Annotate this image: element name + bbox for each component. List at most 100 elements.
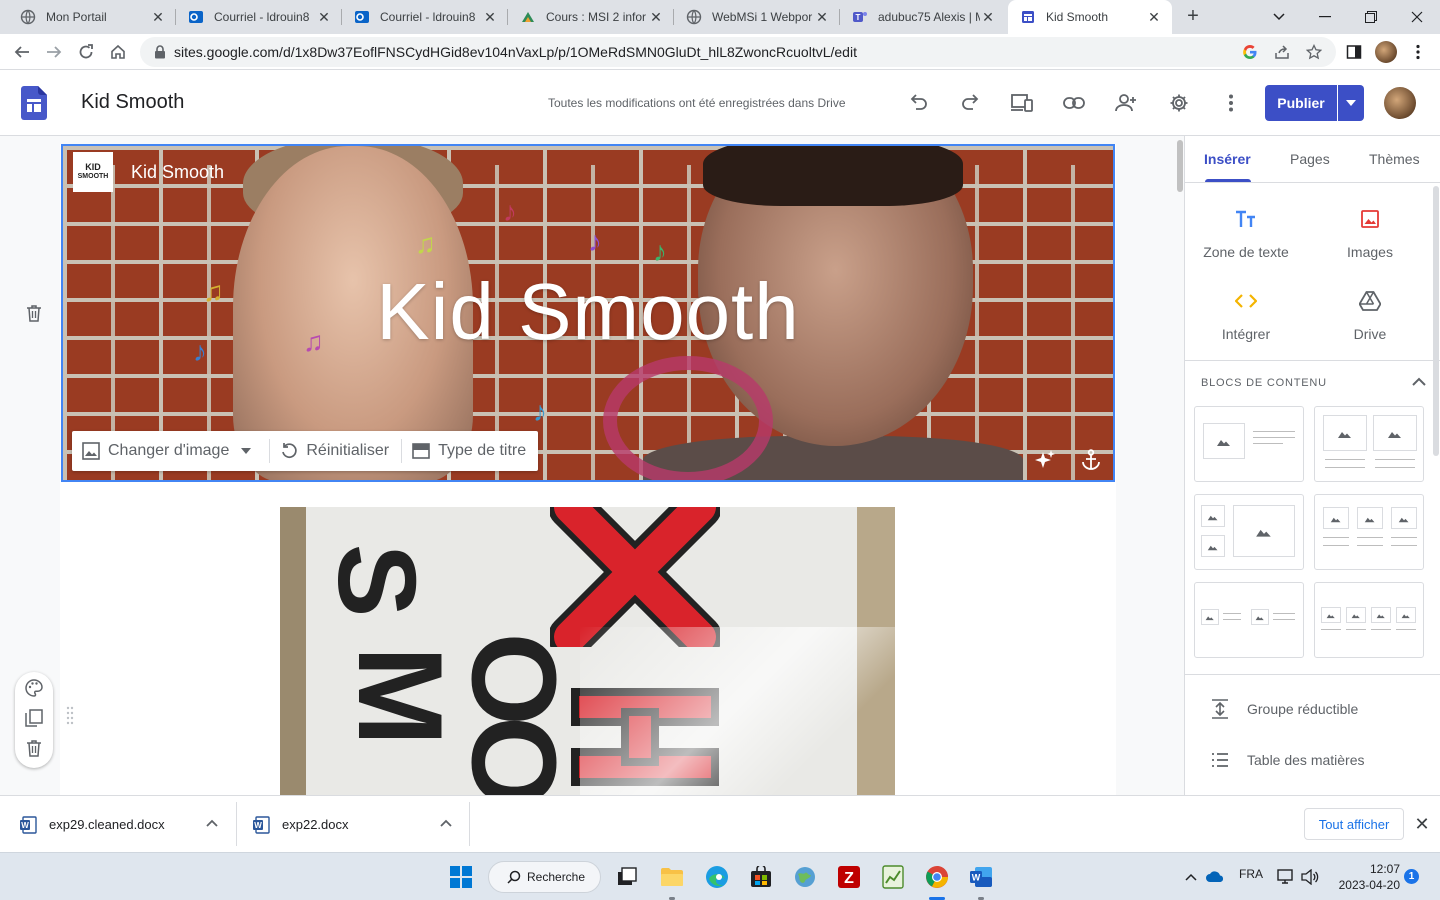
- tab-pages[interactable]: Pages: [1290, 151, 1330, 167]
- chart-app-button[interactable]: [879, 863, 907, 891]
- home-button[interactable]: [104, 38, 132, 66]
- notification-badge[interactable]: 1: [1404, 869, 1419, 884]
- taskbar-search[interactable]: Recherche: [488, 861, 601, 893]
- browser-tab-teams[interactable]: T adubuc75 Alexis | M ✕: [840, 0, 1006, 34]
- start-button[interactable]: [447, 863, 475, 891]
- download-item[interactable]: W exp29.cleaned.docx: [19, 796, 165, 853]
- maps-app-button[interactable]: [791, 863, 819, 891]
- google-translate-button[interactable]: [1240, 42, 1260, 62]
- site-logo[interactable]: KID SMOOTH: [73, 152, 113, 192]
- panel-scrollbar[interactable]: [1433, 186, 1439, 456]
- close-icon[interactable]: ✕: [980, 9, 996, 25]
- site-name-field[interactable]: Kid Smooth: [131, 162, 224, 183]
- browser-tab-kid-smooth[interactable]: Kid Smooth ✕: [1008, 0, 1172, 34]
- section-style-button[interactable]: [22, 676, 46, 700]
- restore-button[interactable]: [1358, 4, 1384, 30]
- share-button[interactable]: [1272, 42, 1292, 62]
- close-icon[interactable]: ✕: [814, 9, 830, 25]
- reset-button[interactable]: Réinitialiser: [270, 431, 401, 471]
- duplicate-section-button[interactable]: [22, 706, 46, 730]
- insert-embed[interactable]: Intégrer: [1191, 286, 1301, 342]
- delete-section-button[interactable]: [22, 736, 46, 760]
- content-block-image-gallery[interactable]: [1194, 494, 1304, 570]
- chevron-up-icon[interactable]: [1409, 372, 1429, 392]
- new-tab-button[interactable]: +: [1182, 6, 1204, 28]
- magic-resize-button[interactable]: [1033, 448, 1057, 472]
- input-language[interactable]: FRA: [1239, 867, 1263, 881]
- canvas-scrollbar[interactable]: [1176, 136, 1184, 795]
- download-item[interactable]: W exp22.docx: [252, 796, 349, 853]
- task-view-button[interactable]: [613, 863, 641, 891]
- change-image-button[interactable]: Changer d'image: [72, 431, 269, 471]
- minimize-button[interactable]: [1312, 4, 1338, 30]
- delete-section-button[interactable]: [22, 301, 46, 325]
- content-block-three-images[interactable]: [1314, 494, 1424, 570]
- insert-images[interactable]: Images: [1315, 204, 1425, 260]
- redo-button[interactable]: [957, 90, 983, 116]
- more-options-button[interactable]: [1218, 90, 1244, 116]
- undo-button[interactable]: [906, 90, 932, 116]
- share-with-others-button[interactable]: [1113, 90, 1139, 116]
- taskbar-search-label: Recherche: [527, 870, 586, 884]
- close-icon[interactable]: ✕: [150, 9, 166, 25]
- taskbar-clock[interactable]: 12:07 2023-04-20: [1330, 861, 1400, 893]
- content-block-image-text-pairs[interactable]: [1194, 582, 1304, 658]
- forward-button[interactable]: [40, 38, 68, 66]
- browser-tab-courriel-2[interactable]: Courriel - ldrouin8 ✕: [342, 0, 508, 34]
- tab-insert[interactable]: Insérer: [1204, 151, 1251, 167]
- copy-link-button[interactable]: [1061, 90, 1087, 116]
- insert-collapsible-group[interactable]: Groupe réductible: [1211, 699, 1358, 719]
- publish-button[interactable]: Publier: [1265, 85, 1337, 121]
- google-sites-logo-icon[interactable]: [21, 86, 47, 120]
- browser-tab-portail[interactable]: Mon Portail ✕: [8, 0, 176, 34]
- file-explorer-button[interactable]: [658, 863, 686, 891]
- content-block-image-text[interactable]: [1194, 406, 1304, 482]
- settings-button[interactable]: [1166, 90, 1192, 116]
- close-icon[interactable]: ✕: [1146, 9, 1162, 25]
- preview-button[interactable]: [1009, 90, 1035, 116]
- content-block-two-images[interactable]: [1314, 406, 1424, 482]
- tab-search-button[interactable]: [1266, 4, 1292, 30]
- header-banner[interactable]: ♫ ♪ ♫ ♫ ♪ ♪ ♪ ♪ KID SMOOTH Kid Smooth Ki…: [61, 144, 1115, 482]
- word-button[interactable]: W: [967, 863, 995, 891]
- side-panel-button[interactable]: [1340, 38, 1368, 66]
- onedrive-button[interactable]: [1201, 863, 1229, 891]
- profile-button[interactable]: [1372, 38, 1400, 66]
- filezilla-button[interactable]: Z: [835, 863, 863, 891]
- browser-menu-button[interactable]: [1404, 38, 1432, 66]
- close-icon[interactable]: ✕: [316, 9, 332, 25]
- content-block-four-images[interactable]: [1314, 582, 1424, 658]
- edge-button[interactable]: [703, 863, 731, 891]
- tab-themes[interactable]: Thèmes: [1369, 151, 1420, 167]
- chrome-button[interactable]: [923, 863, 951, 891]
- address-bar[interactable]: sites.google.com/d/1x8Dw37EoflFNSCydHGid…: [140, 37, 1336, 67]
- title-type-button[interactable]: Type de titre: [402, 431, 538, 471]
- anchor-button[interactable]: [1079, 448, 1103, 472]
- drag-handle-icon[interactable]: [66, 706, 74, 726]
- close-shelf-button[interactable]: ✕: [1412, 814, 1432, 834]
- chevron-up-icon[interactable]: [438, 816, 454, 832]
- browser-tab-courriel-1[interactable]: Courriel - ldrouin8 ✕: [176, 0, 342, 34]
- lock-icon: [155, 45, 165, 59]
- insert-table-of-contents[interactable]: Table des matières: [1211, 752, 1365, 768]
- bookmark-button[interactable]: [1304, 42, 1324, 62]
- close-window-button[interactable]: [1404, 4, 1430, 30]
- browser-tab-cours[interactable]: Cours : MSI 2 infor ✕: [508, 0, 674, 34]
- browser-tab-webmsi[interactable]: WebMSi 1 Webpor ✕: [674, 0, 840, 34]
- store-button[interactable]: [747, 863, 775, 891]
- content-image[interactable]: S M OO: [280, 507, 895, 797]
- page-title[interactable]: Kid Smooth: [63, 266, 1113, 358]
- show-all-downloads-button[interactable]: Tout afficher: [1304, 808, 1404, 840]
- insert-drive[interactable]: Drive: [1315, 286, 1425, 342]
- volume-button[interactable]: [1296, 863, 1324, 891]
- close-icon[interactable]: ✕: [648, 9, 664, 25]
- chevron-up-icon[interactable]: [204, 816, 220, 832]
- publish-options-button[interactable]: [1338, 85, 1364, 121]
- site-title-field[interactable]: Kid Smooth: [81, 91, 184, 114]
- close-icon[interactable]: ✕: [482, 9, 498, 25]
- canvas-scrollbar-thumb[interactable]: [1177, 140, 1183, 192]
- back-button[interactable]: [8, 38, 36, 66]
- insert-text-box[interactable]: Zone de texte: [1191, 204, 1301, 260]
- reload-button[interactable]: [72, 38, 100, 66]
- account-avatar[interactable]: [1384, 87, 1416, 119]
